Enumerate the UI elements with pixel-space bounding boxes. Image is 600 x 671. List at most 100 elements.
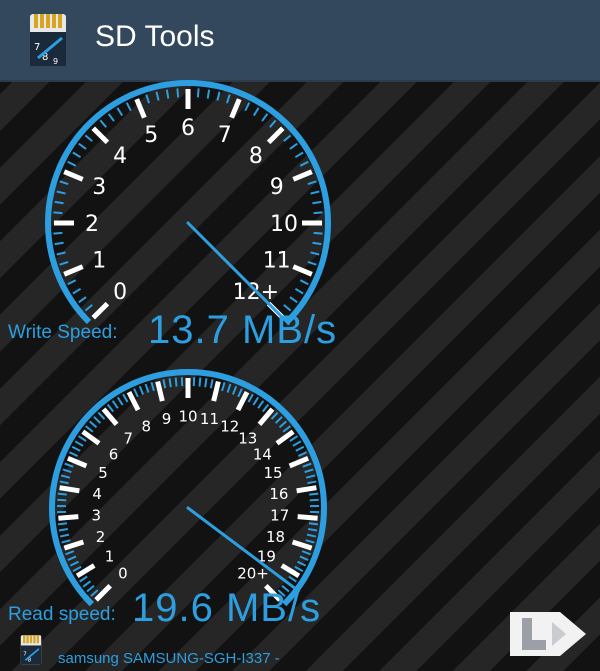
read-gauge-tick-label: 18 bbox=[266, 528, 285, 546]
watermark-logo bbox=[510, 612, 586, 656]
read-gauge-minor-tick bbox=[162, 379, 167, 389]
read-gauge-minor-tick bbox=[74, 440, 84, 447]
read-gauge-minor-tick bbox=[72, 565, 82, 572]
read-gauge-tick-label: 6 bbox=[109, 445, 119, 463]
read-gauge-minor-tick bbox=[64, 462, 74, 468]
read-gauge-minor-tick bbox=[278, 420, 287, 429]
read-gauge-major-tick bbox=[58, 514, 79, 521]
read-gauge-tick-label: 9 bbox=[162, 410, 172, 428]
read-gauge-minor-tick bbox=[306, 533, 317, 538]
read-gauge-minor-tick bbox=[106, 403, 115, 413]
read-gauge-tick-label: 4 bbox=[92, 485, 102, 503]
read-gauge-major-tick bbox=[59, 485, 80, 494]
read-gauge-minor-tick bbox=[221, 381, 226, 392]
device-name: samsung SAMSUNG-SGH-I337 - bbox=[58, 650, 280, 667]
read-gauge-minor-tick bbox=[65, 550, 75, 556]
read-gauge-minor-tick bbox=[57, 522, 68, 526]
read-gauge-minor-tick bbox=[69, 560, 79, 567]
read-gauge-major-tick bbox=[63, 539, 85, 551]
read-gauge-tick-label: 12 bbox=[220, 417, 239, 435]
read-gauge-tick-label: 16 bbox=[269, 485, 288, 503]
read-gauge-tick-label: 20+ bbox=[237, 564, 269, 582]
read-gauge-dial: 012345678 9 10 11 121314151617181920+ bbox=[49, 369, 327, 607]
read-gauge-minor-tick bbox=[288, 575, 297, 583]
read-gauge-minor-tick bbox=[307, 480, 317, 485]
read-gauge-major-tick bbox=[211, 381, 221, 402]
read-gauge-minor-tick bbox=[226, 383, 232, 393]
read-gauge-tick-label: 14 bbox=[253, 445, 272, 463]
read-gauge-minor-tick bbox=[122, 393, 129, 403]
read-gauge-minor-tick bbox=[309, 492, 319, 496]
read-gauge-minor-tick bbox=[60, 474, 71, 479]
read-speed-gauge: 0 1 2 3 4 5 6 7 8 9 10 11 12 13 14 15 16 17 18 19 20+ Read s… bbox=[0, 0, 600, 640]
read-gauge-tick-label: 3 bbox=[92, 507, 102, 525]
read-gauge-minor-tick bbox=[71, 445, 81, 452]
read-gauge-minor-tick bbox=[85, 425, 94, 433]
read-gauge-minor-tick bbox=[302, 462, 312, 468]
sd-card-gauge-icon: 7 8 bbox=[20, 635, 42, 665]
read-gauge-tick-label: 15 bbox=[263, 464, 282, 482]
read-gauge-minor-tick bbox=[282, 425, 291, 433]
read-gauge-minor-tick bbox=[305, 539, 315, 544]
read-gauge-minor-tick bbox=[138, 385, 145, 395]
read-gauge-minor-tick bbox=[174, 377, 178, 387]
read-gauge-minor-tick bbox=[294, 565, 304, 572]
read-gauge-major-tick bbox=[94, 584, 112, 602]
read-gauge-minor-tick bbox=[309, 498, 319, 502]
read-gauge-minor-tick bbox=[62, 468, 72, 474]
read-gauge-minor-tick bbox=[69, 451, 79, 457]
read-gauge-minor-tick bbox=[90, 589, 99, 597]
read-gauge-minor-tick bbox=[301, 550, 311, 556]
read-gauge-minor-tick bbox=[59, 533, 70, 538]
read-gauge-minor-tick bbox=[270, 411, 279, 420]
read-gauge-minor-tick bbox=[304, 468, 314, 474]
read-gauge-minor-tick bbox=[77, 435, 87, 442]
read-speed-label: Read speed: bbox=[8, 604, 116, 625]
read-gauge-minor-tick bbox=[57, 492, 67, 496]
read-gauge-minor-tick bbox=[305, 474, 316, 479]
read-gauge-minor-tick bbox=[297, 560, 307, 567]
read-gauge-tick-label: 2 bbox=[96, 528, 106, 546]
read-gauge-major-tick bbox=[101, 407, 119, 426]
read-gauge-minor-tick bbox=[144, 383, 150, 393]
read-gauge-minor-tick bbox=[257, 400, 265, 409]
read-gauge-tick-label: 5 bbox=[98, 464, 108, 482]
read-gauge-minor-tick bbox=[204, 378, 208, 388]
read-gauge-minor-tick bbox=[247, 393, 254, 403]
read-gauge-minor-tick bbox=[274, 416, 283, 424]
read-gauge-major-tick bbox=[296, 485, 317, 494]
read-gauge-minor-tick bbox=[292, 440, 302, 447]
read-gauge-minor-tick bbox=[289, 435, 299, 442]
read-gauge-minor-tick bbox=[59, 480, 69, 485]
read-gauge-tick-label: 17 bbox=[270, 507, 289, 525]
read-gauge-minor-tick bbox=[82, 580, 92, 588]
read-gauge-minor-tick bbox=[198, 377, 202, 387]
read-gauge-minor-tick bbox=[93, 416, 102, 424]
read-gauge-tick-label: 7 bbox=[123, 429, 133, 447]
read-gauge-minor-tick bbox=[58, 527, 68, 532]
svg-text:7: 7 bbox=[23, 652, 27, 658]
read-gauge-minor-tick bbox=[97, 411, 106, 420]
read-gauge-minor-tick bbox=[231, 385, 238, 395]
read-gauge-minor-tick bbox=[308, 522, 319, 526]
read-gauge-minor-tick bbox=[150, 381, 155, 392]
read-gauge-minor-tick bbox=[297, 451, 307, 457]
read-gauge-tick-label: 0 bbox=[118, 564, 128, 582]
read-gauge-minor-tick bbox=[116, 396, 124, 406]
read-gauge-minor-tick bbox=[299, 555, 309, 561]
read-gauge-minor-tick bbox=[237, 388, 243, 398]
read-gauge-minor-tick bbox=[67, 555, 77, 561]
read-gauge-tick-label: 10 bbox=[178, 407, 197, 425]
read-gauge-minor-tick bbox=[308, 527, 318, 532]
read-speed-value: 19.6 MB/s bbox=[132, 586, 322, 630]
read-gauge-major-tick bbox=[291, 539, 313, 551]
read-gauge-minor-tick bbox=[86, 584, 95, 593]
read-gauge-minor-tick bbox=[61, 539, 71, 544]
read-gauge-tick-label: 8 bbox=[141, 417, 151, 435]
read-gauge-minor-tick bbox=[295, 445, 305, 452]
read-gauge-minor-tick bbox=[168, 378, 172, 388]
read-gauge-major-tick bbox=[257, 407, 275, 426]
read-gauge-major-tick bbox=[155, 381, 165, 402]
read-gauge-tick-label: 1 bbox=[105, 547, 115, 565]
read-gauge-major-tick bbox=[297, 514, 318, 521]
